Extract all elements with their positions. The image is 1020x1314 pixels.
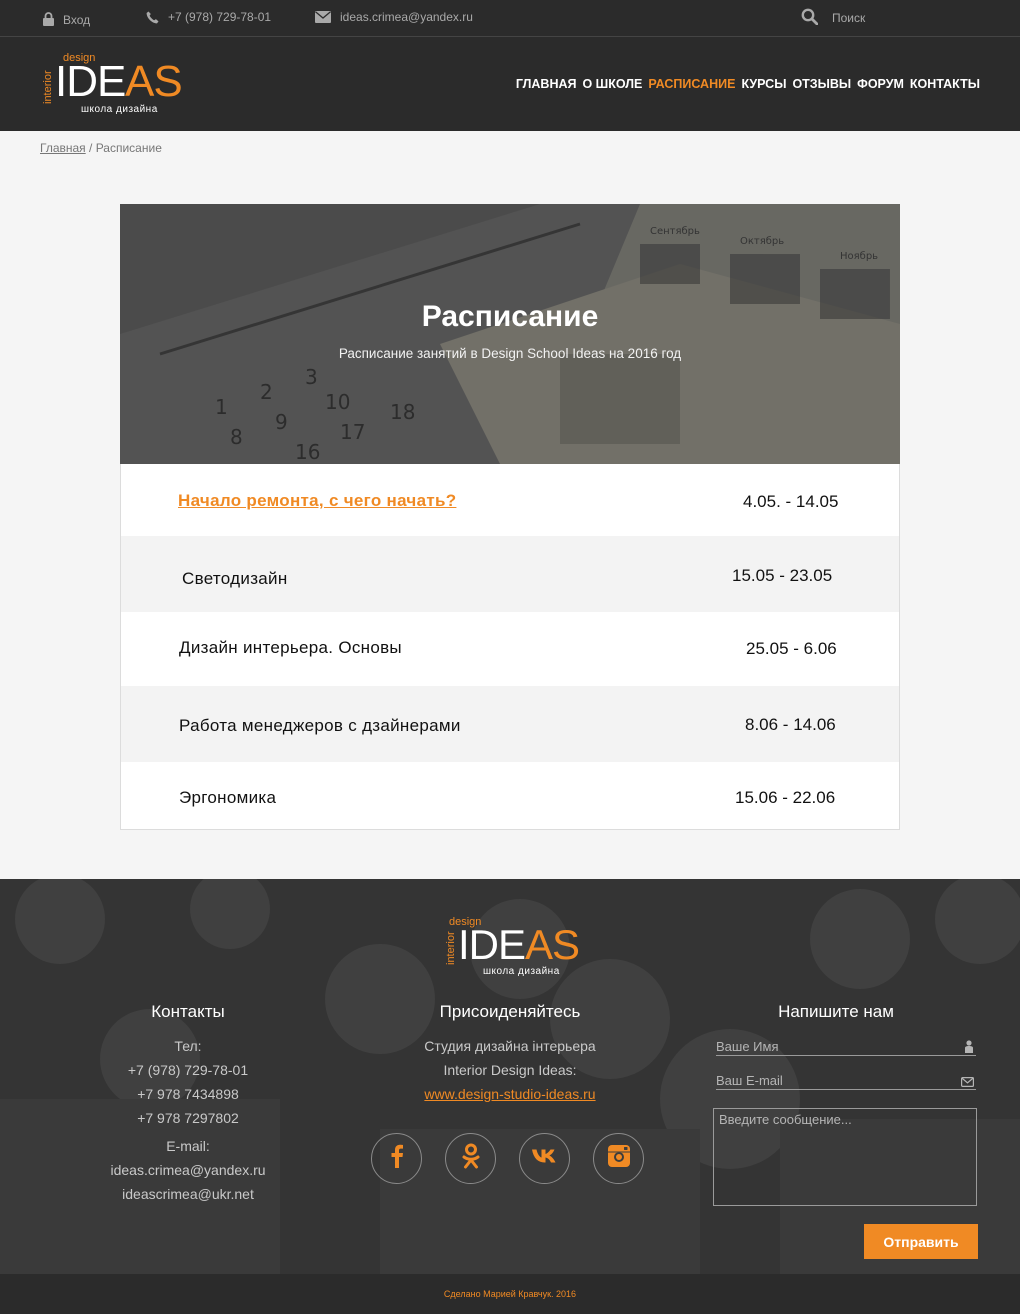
schedule-course-title: Эргономика [179, 788, 277, 807]
join-line-1: Студия дизайна інтерьера [424, 1038, 596, 1054]
schedule-course-title: Начало ремонта, с чего начать? [178, 491, 456, 511]
user-icon [964, 1040, 974, 1056]
login-link[interactable]: Вход [43, 10, 90, 27]
schedule-row: Начало ремонта, с чего начать? 4.05. - 1… [121, 464, 899, 536]
footer-contacts: Контакты Тел: +7 (978) 729-78-01 +7 978 … [88, 1000, 288, 1206]
search-icon [801, 8, 818, 25]
footer-phone[interactable]: +7 (978) 729-78-01 [88, 1058, 288, 1082]
login-label: Вход [63, 13, 91, 27]
message-placeholder: Введите сообщение... [719, 1112, 852, 1127]
search-label: Поиск [832, 10, 866, 25]
social-links [371, 1133, 644, 1184]
schedule-table: Начало ремонта, с чего начать? 4.05. - 1… [120, 464, 900, 830]
hero-overlay [120, 204, 900, 464]
footer-email[interactable]: ideascrimea@ukr.net [88, 1182, 288, 1206]
odnoklassniki-icon [462, 1143, 480, 1174]
footer-join-heading: Присоиденяйтесь [439, 1002, 581, 1021]
footer-logo-as-text: AS [525, 921, 580, 968]
schedule-course-date: 15.06 - 22.06 [735, 788, 836, 807]
nav-item-schedule[interactable]: РАСПИСАНИЕ [648, 77, 735, 91]
vk-icon [531, 1148, 559, 1169]
vk-button[interactable] [519, 1133, 570, 1184]
main-nav: ГЛАВНАЯ О ШКОЛЕ РАСПИСАНИЕ КУРСЫ ОТЗЫВЫ … [516, 77, 980, 91]
top-bar: Вход +7 (978) 729-78-01 ideas.crimea@yan… [0, 0, 1020, 37]
footer-phone[interactable]: +7 978 7297802 [88, 1106, 288, 1130]
phone-icon [146, 11, 159, 24]
footer-join: Присоиденяйтесь Студия дизайна інтерьера… [380, 1000, 640, 1106]
footer-write-heading-wrap: Напишите нам [726, 1000, 946, 1034]
footer-phone[interactable]: +7 978 7434898 [88, 1082, 288, 1106]
facebook-button[interactable] [371, 1133, 422, 1184]
envelope-icon [961, 1075, 975, 1090]
footer-logo: design interior IDE AS школа дизайна [445, 915, 586, 981]
schedule-row: Дизайн интерьера. Основы 25.05 - 6.06 [121, 612, 899, 686]
schedule-row: Светодизайн 15.05 - 23.05 [121, 536, 899, 612]
hero-banner: 123 8 9 10 16 17 18 Сентябрь Октябрь Ноябрь Ра… [120, 204, 900, 464]
credit-bar: Сделано Марией Кравчук. 2016 [0, 1274, 1020, 1314]
schedule-course-link[interactable]: Начало ремонта, с чего начать? [178, 491, 456, 510]
search-button[interactable]: Поиск [801, 8, 865, 25]
phone-number: +7 (978) 729-78-01 [168, 10, 272, 24]
breadcrumb: Главная / Расписание [40, 141, 162, 155]
page-subtitle: Расписание занятий в Design School Ideas… [338, 346, 682, 361]
instagram-button[interactable] [593, 1133, 644, 1184]
phone-link[interactable]: +7 (978) 729-78-01 [146, 10, 271, 24]
footer-logo-ide-text: IDE [458, 921, 526, 968]
nav-item-contacts[interactable]: КОНТАКТЫ [910, 77, 980, 91]
logo-ide-text: IDE [55, 57, 126, 106]
schedule-course-date: 8.06 - 14.06 [745, 715, 836, 734]
schedule-course-date: 15.05 - 23.05 [732, 566, 833, 585]
footer-write-heading: Напишите нам [778, 1002, 894, 1021]
tel-label: Тел: [174, 1038, 202, 1054]
site-logo[interactable]: design interior IDE AS школа дизайна [40, 51, 183, 117]
facebook-icon [390, 1144, 404, 1173]
schedule-course-title: Дизайн интерьера. Основы [179, 638, 402, 657]
nav-item-home[interactable]: ГЛАВНАЯ [516, 77, 577, 91]
credit-text: Сделано Марией Кравчук. 2016 [443, 1289, 577, 1299]
footer-contacts-heading: Контакты [151, 1002, 225, 1021]
footer-logo-interior-text: interior [445, 931, 457, 965]
breadcrumb-separator: / [85, 141, 96, 155]
email-placeholder: Ваш E-mail [716, 1073, 783, 1088]
name-placeholder: Ваше Имя [716, 1039, 779, 1054]
footer-logo-school-text: школа дизайна [483, 966, 560, 977]
schedule-course-title: Светодизайн [182, 569, 288, 588]
schedule-row: Работа менеджеров с дзайнерами 8.06 - 14… [121, 686, 899, 762]
instagram-icon [607, 1144, 631, 1173]
logo-as-text: AS [125, 57, 183, 106]
schedule-row: Эргономика 15.06 - 22.06 [121, 762, 899, 829]
email-label: E-mail: [166, 1138, 210, 1154]
join-line-2: Interior Design Ideas: [443, 1062, 577, 1078]
breadcrumb-home[interactable]: Главная [40, 141, 86, 155]
site-header: design interior IDE AS школа дизайна ГЛА… [0, 37, 1020, 131]
nav-item-reviews[interactable]: ОТЗЫВЫ [792, 77, 851, 91]
page-title: Расписание [421, 300, 599, 333]
breadcrumb-current: Расписание [95, 141, 162, 155]
schedule-course-date: 4.05. - 14.05 [743, 492, 839, 511]
message-field[interactable]: Введите сообщение... [713, 1108, 977, 1206]
schedule-course-title: Работа менеджеров с дзайнерами [179, 716, 461, 735]
name-field[interactable]: Ваше Имя [716, 1039, 976, 1056]
send-button[interactable]: Отправить [864, 1224, 978, 1259]
nav-item-courses[interactable]: КУРСЫ [741, 77, 786, 91]
logo-school-text: школа дизайна [81, 104, 158, 115]
schedule-course-date: 25.05 - 6.06 [746, 639, 837, 658]
email-address: ideas.crimea@yandex.ru [340, 10, 473, 24]
odnoklassniki-button[interactable] [445, 1133, 496, 1184]
footer-email[interactable]: ideas.crimea@yandex.ru [88, 1158, 288, 1182]
envelope-icon [315, 11, 331, 23]
email-field[interactable]: Ваш E-mail [716, 1073, 976, 1090]
nav-item-about[interactable]: О ШКОЛЕ [582, 77, 642, 91]
email-link[interactable]: ideas.crimea@yandex.ru [315, 10, 473, 24]
lock-icon [43, 11, 54, 26]
studio-website-link[interactable]: www.design-studio-ideas.ru [424, 1086, 595, 1102]
nav-item-forum[interactable]: ФОРУМ [857, 77, 904, 91]
logo-interior-text: interior [42, 70, 54, 104]
